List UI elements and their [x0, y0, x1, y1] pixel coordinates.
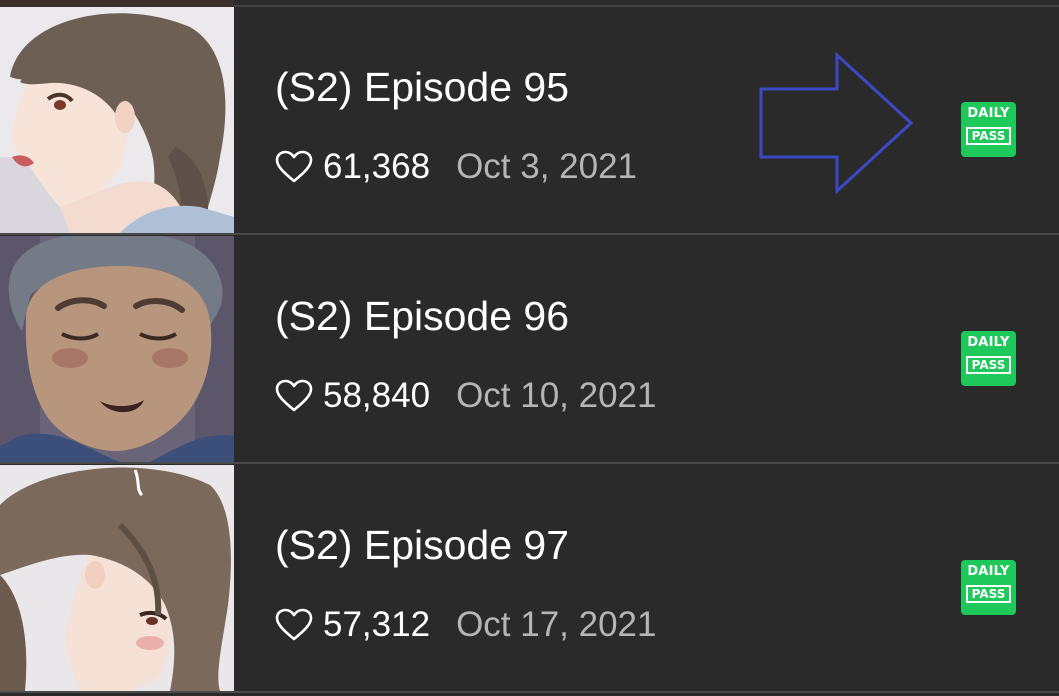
episode-95-thumbnail-art	[0, 7, 234, 233]
heart-outline-icon	[275, 150, 313, 183]
previous-row-edge	[0, 0, 1059, 7]
like-count: 58,840	[323, 376, 431, 415]
episode-thumbnail[interactable]	[0, 7, 234, 233]
arrow-right-outline-icon	[759, 51, 914, 195]
episode-thumbnail[interactable]	[0, 236, 234, 462]
episode-row-96[interactable]: (S2) Episode 96 58,840 Oct 10, 2021 DAIL…	[0, 236, 1059, 464]
episode-meta: 57,312 Oct 17, 2021	[275, 605, 656, 645]
previous-thumbnail-edge	[0, 0, 234, 7]
episode-title[interactable]: (S2) Episode 97	[275, 521, 569, 569]
release-date: Oct 3, 2021	[456, 147, 638, 186]
episode-thumbnail[interactable]	[0, 465, 234, 691]
badge-line-daily: DAILY	[967, 106, 1010, 121]
daily-pass-badge: DAILY PASS	[961, 102, 1016, 157]
episode-list: (S2) Episode 95 61,368 Oct 3, 2021 DAILY…	[0, 0, 1059, 696]
daily-pass-badge: DAILY PASS	[961, 331, 1016, 386]
episode-97-thumbnail-art	[0, 465, 234, 691]
heart-outline-icon	[275, 379, 313, 412]
release-date: Oct 10, 2021	[456, 376, 657, 415]
release-date: Oct 17, 2021	[456, 605, 657, 644]
badge-line-pass: PASS	[965, 127, 1012, 145]
episode-title[interactable]: (S2) Episode 96	[275, 292, 569, 340]
like-count: 61,368	[323, 147, 431, 186]
badge-line-pass: PASS	[965, 356, 1012, 374]
badge-line-daily: DAILY	[967, 564, 1010, 579]
heart-outline-icon	[275, 608, 313, 641]
daily-pass-badge: DAILY PASS	[961, 560, 1016, 615]
like-count: 57,312	[323, 605, 431, 644]
episode-96-thumbnail-art	[0, 236, 234, 462]
episode-row-95[interactable]: (S2) Episode 95 61,368 Oct 3, 2021 DAILY…	[0, 7, 1059, 235]
badge-line-pass: PASS	[965, 585, 1012, 603]
episode-title[interactable]: (S2) Episode 95	[275, 63, 569, 111]
badge-line-daily: DAILY	[967, 335, 1010, 350]
episode-meta: 61,368 Oct 3, 2021	[275, 147, 637, 187]
episode-row-97[interactable]: (S2) Episode 97 57,312 Oct 17, 2021 DAIL…	[0, 465, 1059, 693]
episode-meta: 58,840 Oct 10, 2021	[275, 376, 656, 416]
